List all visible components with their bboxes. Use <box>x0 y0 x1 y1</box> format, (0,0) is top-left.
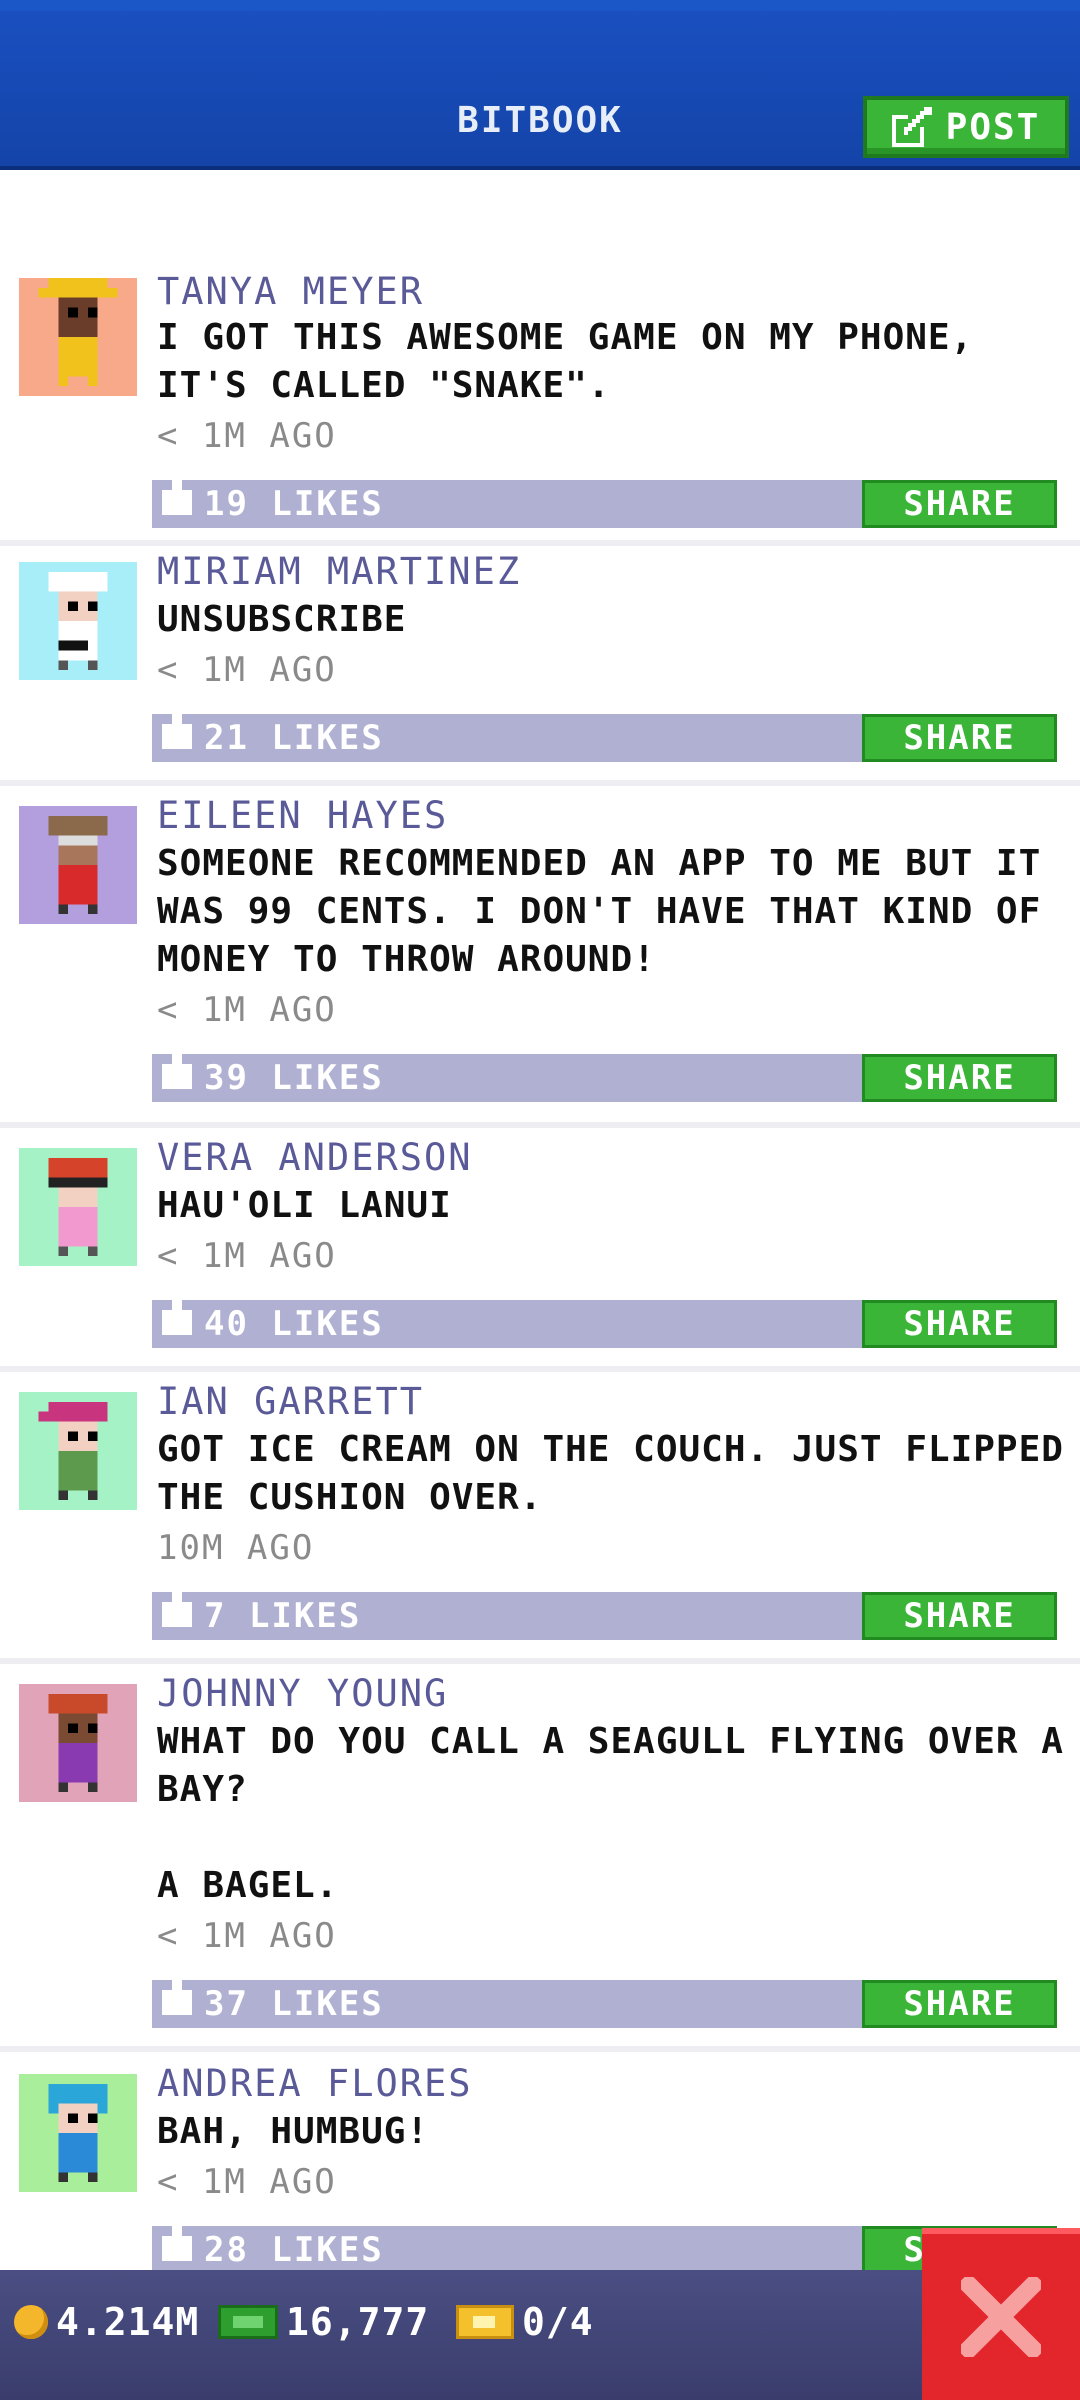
post-button[interactable]: POST <box>863 96 1069 158</box>
post-time: < 1M AGO <box>157 416 337 456</box>
avatar[interactable] <box>19 2074 137 2192</box>
divider <box>0 1658 1080 1664</box>
post-author[interactable]: MIRIAM MARTINEZ <box>157 550 521 593</box>
thumbs-up-icon[interactable] <box>162 470 192 520</box>
bux-counter: 16,777 <box>218 2300 429 2344</box>
post-time: < 1M AGO <box>157 1236 337 1276</box>
likes-count: 39 LIKES <box>204 1058 384 1098</box>
post-text: SOMEONE RECOMMENDED AN APP TO ME BUT IT … <box>157 843 1064 980</box>
coins-counter: 4.214M <box>14 2300 199 2344</box>
likes-count: 7 LIKES <box>204 1596 362 1636</box>
character-redhead-glasses-icon <box>19 1148 137 1266</box>
post-text: UNSUBSCRIBE <box>157 599 407 640</box>
post-time: < 1M AGO <box>157 1916 337 1956</box>
avatar[interactable] <box>19 1684 137 1802</box>
likes-bar: 7 LIKES SHARE <box>152 1582 1057 1640</box>
character-chef-icon <box>19 562 137 680</box>
character-pink-cap-icon <box>19 1392 137 1510</box>
character-purple-suit-icon <box>19 1684 137 1802</box>
divider <box>0 1122 1080 1128</box>
coin-icon <box>14 2305 48 2339</box>
avatar[interactable] <box>19 806 137 924</box>
post-author[interactable]: VERA ANDERSON <box>157 1136 473 1179</box>
post-time: < 1M AGO <box>157 2162 337 2202</box>
thumbs-up-icon[interactable] <box>162 704 192 754</box>
post-author[interactable]: IAN GARRETT <box>157 1380 424 1423</box>
status-bar: 4.214M 16,777 0/4 <box>0 2270 1080 2400</box>
likes-bar: 37 LIKES SHARE <box>152 1970 1057 2028</box>
share-button[interactable]: SHARE <box>862 1592 1057 1640</box>
likes-count: 28 LIKES <box>204 2230 384 2270</box>
divider <box>0 780 1080 786</box>
tickets-value: 0/4 <box>522 2300 594 2344</box>
app-header: BITBOOK POST <box>0 0 1080 170</box>
thumbs-up-icon[interactable] <box>162 1290 192 1340</box>
character-glasses-grandma-icon <box>19 806 137 924</box>
post-time: 10M AGO <box>157 1528 315 1568</box>
likes-count: 21 LIKES <box>204 718 384 758</box>
likes-count: 19 LIKES <box>204 484 384 524</box>
post-time: < 1M AGO <box>157 990 337 1030</box>
likes-count: 37 LIKES <box>204 1984 384 2024</box>
ticket-icon <box>456 2305 514 2339</box>
share-button[interactable]: SHARE <box>862 1980 1057 2028</box>
likes-bar: 21 LIKES SHARE <box>152 704 1057 762</box>
divider <box>0 2046 1080 2052</box>
post-time: < 1M AGO <box>157 650 337 690</box>
share-button[interactable]: SHARE <box>862 1300 1057 1348</box>
post-text: BAH, HUMBUG! <box>157 2111 430 2152</box>
post-text: HAU'OLI LANUI <box>157 1185 452 1226</box>
avatar[interactable] <box>19 562 137 680</box>
post-author[interactable]: EILEEN HAYES <box>157 794 448 837</box>
coins-value: 4.214M <box>56 2300 200 2344</box>
likes-count: 40 LIKES <box>204 1304 384 1344</box>
post-text: WHAT DO YOU CALL A SEAGULL FLYING OVER A… <box>157 1721 1064 1906</box>
bux-value: 16,777 <box>286 2300 430 2344</box>
share-button[interactable]: SHARE <box>862 1054 1057 1102</box>
thumbs-up-icon[interactable] <box>162 1582 192 1632</box>
tickets-counter: 0/4 <box>456 2300 594 2344</box>
thumbs-up-icon[interactable] <box>162 1044 192 1094</box>
share-button[interactable]: SHARE <box>862 480 1057 528</box>
bux-icon <box>218 2305 278 2339</box>
avatar[interactable] <box>19 278 137 396</box>
character-blue-hood-icon <box>19 2074 137 2192</box>
post-author[interactable]: TANYA MEYER <box>157 270 424 313</box>
share-button[interactable]: SHARE <box>862 714 1057 762</box>
avatar[interactable] <box>19 1148 137 1266</box>
post-author[interactable]: JOHNNY YOUNG <box>157 1672 448 1715</box>
likes-bar: 39 LIKES SHARE <box>152 1044 1057 1102</box>
thumbs-up-icon[interactable] <box>162 1970 192 2020</box>
likes-bar: 40 LIKES SHARE <box>152 1290 1057 1348</box>
edit-icon <box>891 107 932 147</box>
close-button[interactable] <box>922 2228 1080 2400</box>
post-text: I GOT THIS AWESOME GAME ON MY PHONE, IT'… <box>157 317 996 406</box>
likes-bar: 19 LIKES SHARE <box>152 470 1057 528</box>
close-icon <box>961 2277 1041 2357</box>
thumbs-up-icon[interactable] <box>162 2216 192 2266</box>
post-text: GOT ICE CREAM ON THE COUCH. JUST FLIPPED… <box>157 1429 1064 1518</box>
post-button-label: POST <box>945 106 1041 148</box>
character-yellow-hat-icon <box>19 278 137 396</box>
avatar[interactable] <box>19 1392 137 1510</box>
divider <box>0 540 1080 546</box>
divider <box>0 1366 1080 1372</box>
post-author[interactable]: ANDREA FLORES <box>157 2062 473 2105</box>
